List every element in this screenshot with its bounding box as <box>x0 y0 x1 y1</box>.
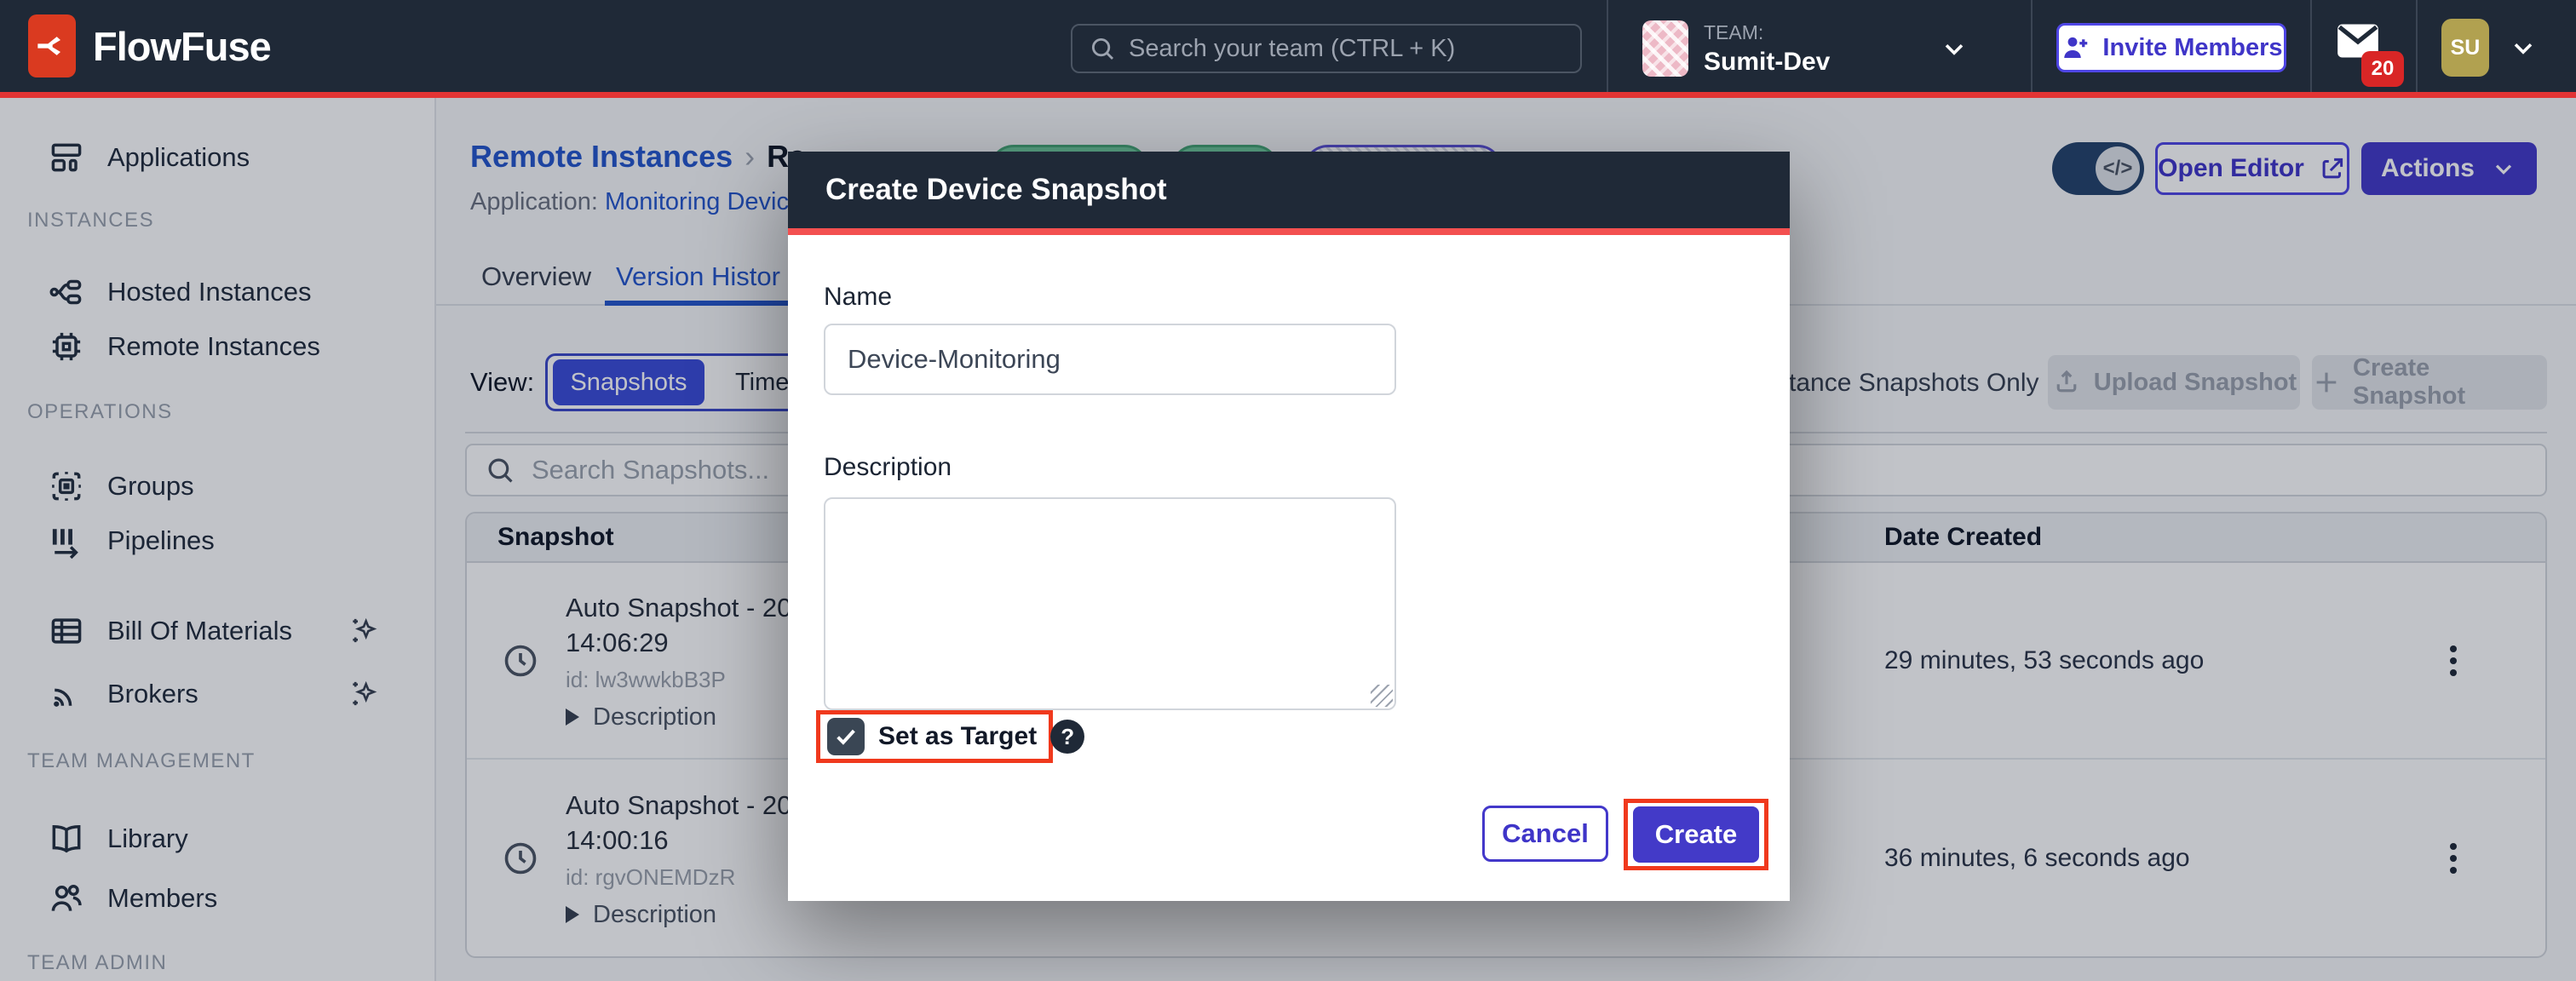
team-search[interactable] <box>1071 24 1582 73</box>
dialog-body: Name Description Set as Target ? Cancel … <box>788 235 1790 901</box>
navbar-divider <box>2416 0 2418 92</box>
team-selector[interactable]: TEAM: Sumit-Dev <box>1642 20 1969 77</box>
description-label: Description <box>824 453 952 482</box>
user-avatar[interactable]: SU <box>2441 19 2489 77</box>
chevron-down-icon[interactable] <box>1939 33 1969 64</box>
navbar-divider <box>2031 0 2033 92</box>
check-icon <box>833 724 859 749</box>
brand[interactable]: FlowFuse <box>0 14 443 77</box>
dialog-accent-bar <box>788 228 1790 235</box>
team-avatar <box>1642 20 1688 77</box>
team-search-input[interactable] <box>1129 35 1565 63</box>
snapshot-description-textarea[interactable] <box>824 497 1396 710</box>
help-question-icon[interactable]: ? <box>1050 720 1084 754</box>
team-label: TEAM: <box>1704 21 1830 44</box>
invite-members-label: Invite Members <box>2102 34 2282 62</box>
create-device-snapshot-dialog: Create Device Snapshot Name Description … <box>788 152 1790 901</box>
notifications-button[interactable]: 20 <box>2336 22 2404 82</box>
notification-count-badge: 20 <box>2361 51 2404 87</box>
search-icon <box>1088 34 1117 63</box>
dialog-title: Create Device Snapshot <box>825 173 1167 207</box>
flowfuse-logo-icon <box>28 14 76 77</box>
dialog-header: Create Device Snapshot <box>788 152 1790 228</box>
name-label: Name <box>824 283 892 312</box>
brand-name: FlowFuse <box>93 23 271 70</box>
flowfuse-app-window: FlowFuse TEAM: Sumit-Dev Invite Memb <box>0 0 2576 981</box>
navbar-divider <box>1607 0 1608 92</box>
set-as-target-annotation-highlight: Set as Target ? <box>816 710 1053 763</box>
invite-members-button[interactable]: Invite Members <box>2056 23 2286 72</box>
set-as-target-checkbox[interactable] <box>827 718 865 755</box>
create-button[interactable]: Create <box>1633 806 1759 863</box>
create-annotation-highlight: Create <box>1624 799 1768 870</box>
user-menu-chevron-icon[interactable] <box>2508 32 2539 63</box>
set-as-target-label: Set as Target <box>878 722 1037 751</box>
user-plus-icon <box>2060 32 2090 63</box>
team-name: Sumit-Dev <box>1704 48 1830 77</box>
top-navbar: FlowFuse TEAM: Sumit-Dev Invite Memb <box>0 0 2576 98</box>
cancel-button[interactable]: Cancel <box>1482 806 1608 862</box>
snapshot-name-input[interactable] <box>824 324 1396 395</box>
navbar-divider <box>2310 0 2312 92</box>
